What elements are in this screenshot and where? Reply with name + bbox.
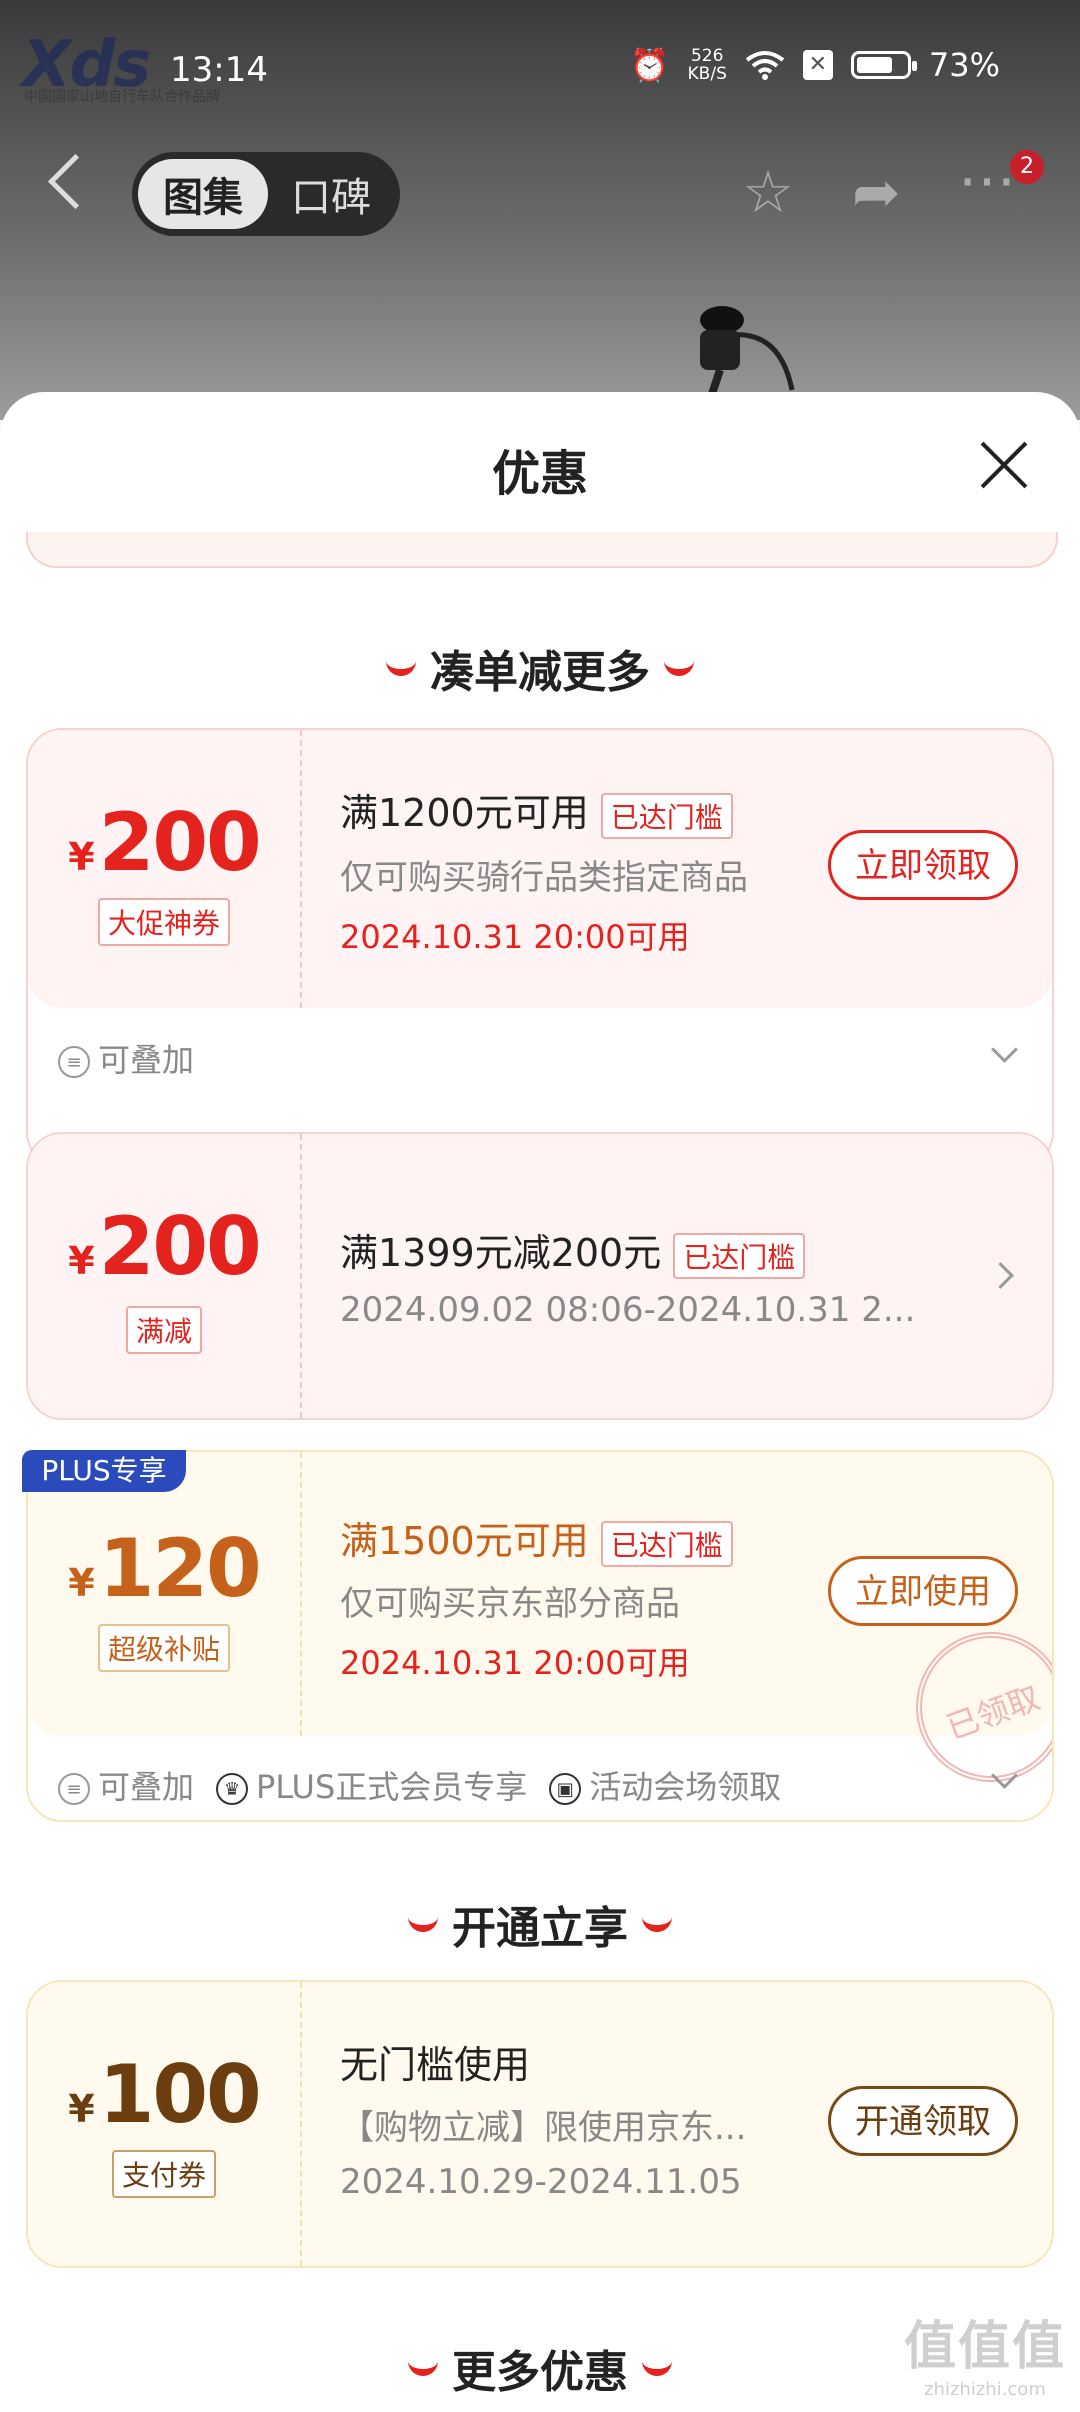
coupon-desc: 仅可购买骑行品类指定商品 [340,858,748,898]
yen-sign: ¥ [68,1239,95,1283]
previous-coupon-stub [26,532,1058,568]
threshold-reached-badge: 已达门槛 [600,1520,733,1567]
coupon-date: 2024.09.02 08:06-2024.10.31 2... [340,1290,916,1330]
watermark-url: zhizhizhi.com [924,2379,1046,2400]
smile-icon [642,1910,672,1932]
coupon-title-text: 满1399元减200元 [340,1231,662,1275]
site-watermark: 值值值 zhizhizhi.com [904,2304,1066,2400]
activate-claim-button[interactable]: 开通领取 [828,2086,1018,2156]
crown-icon: ♛ [216,1773,249,1805]
coupon-divider [300,1452,302,1736]
coupon-date: 2024.10.31 20:00可用 [340,918,690,956]
coupon-title: 满1399元减200元 已达门槛 [340,1222,806,1279]
coupon-type-tag: 大促神券 [28,898,300,946]
coupon-card: ¥120 超级补贴 满1500元可用 已达门槛 仅可购买京东部分商品 2024.1… [26,1450,1054,1822]
alarm-icon: ⏰ [629,46,670,84]
claim-button[interactable]: 立即领取 [828,830,1018,900]
coupon-amount: ¥120 [28,1522,300,1615]
chevron-down-icon[interactable] [991,1036,1018,1063]
amount-value: 100 [98,2048,262,2141]
wifi-icon [745,51,785,80]
amount-value: 120 [98,1522,262,1615]
coupon-title-text: 满1500元可用 [340,1519,589,1563]
favorite-star-icon[interactable]: ☆ [742,162,794,222]
tab-reviews[interactable]: 口碑 [268,165,394,223]
view-segment: 图集 口碑 [132,152,400,236]
more-icon[interactable]: ⋯ [958,150,1016,210]
coupon-date: 2024.10.31 20:00可用 [340,1644,690,1682]
section-title: 更多优惠 [452,2347,628,2398]
close-icon[interactable] [980,440,1028,488]
coupon-footer[interactable]: ≡ 可叠加 ♛ PLUS正式会员专享 ▣ 活动会场领取 [58,1762,781,1808]
status-bar-right: ⏰ 526 KB/S ✕ 73% [630,46,1000,84]
battery-percent: 73% [928,46,1000,84]
smile-icon [408,2354,438,2376]
coupon-type-label: 大促神券 [97,898,230,946]
tab-reviews-label: 口碑 [291,175,371,221]
coupon-divider [300,730,302,1008]
coupon-sheet: 优惠 凑单减更多 ¥200 大促神券 满1200元可用 已达门槛 仅可购买骑行品类… [0,392,1080,2412]
smile-icon [642,2354,672,2376]
threshold-reached-badge: 已达门槛 [673,1232,806,1279]
network-speed: 526 KB/S [688,47,727,83]
coupon-date: 2024.10.29-2024.11.05 [340,2162,742,2202]
yen-sign: ¥ [68,835,95,879]
speed-value: 526 [690,46,724,66]
section-title: 凑单减更多 [430,647,650,698]
coupon-title: 满1500元可用 已达门槛 [340,1510,733,1567]
watermark-title: 值值值 [903,2317,1066,2377]
stackable-label: 可叠加 [98,1768,195,1806]
coupon-desc: 【购物立减】限使用京东... [340,2108,747,2148]
bike-handlebar-image [700,306,795,400]
sim-off-icon: ✕ [802,50,833,80]
coupon-amount: ¥200 [28,1200,300,1293]
share-icon[interactable]: ➦ [852,162,901,222]
coupon-card: ¥200 大促神券 满1200元可用 已达门槛 仅可购买骑行品类指定商品 2024… [26,728,1054,1168]
section-header: 开通立享 [0,1892,1080,1956]
yen-sign: ¥ [68,1561,95,1605]
venue-claim-label: 活动会场领取 [589,1768,782,1806]
status-time: 13:14 [170,50,268,90]
coupon-title: 无门槛使用 [340,2043,531,2087]
threshold-reached-badge: 已达门槛 [600,792,733,839]
smile-icon [408,1910,438,1932]
stackable-icon: ≡ [58,1773,90,1805]
smile-icon [664,654,694,676]
smile-icon [386,654,416,676]
coupon-type-label: 超级补贴 [97,1624,230,1672]
stackable-icon: ≡ [58,1046,90,1078]
sheet-title: 优惠 [491,446,588,502]
message-badge: 2 [1010,150,1044,184]
battery-fill [856,57,892,73]
section-title: 开通立享 [452,1903,628,1954]
tab-gallery[interactable]: 图集 [138,159,268,229]
coupon-card[interactable]: ¥200 满减 满1399元减200元 已达门槛 2024.09.02 08:06… [26,1132,1054,1420]
plus-exclusive-badge: PLUS专享 [22,1450,186,1492]
amount-value: 200 [98,1200,262,1293]
coupon-desc: 仅可购买京东部分商品 [340,1584,680,1624]
coupon-amount: ¥100 [28,2048,300,2141]
speed-unit: KB/S [687,64,727,84]
coupon-divider [300,1982,302,2266]
coupon-type-tag: 超级补贴 [28,1624,300,1672]
coupon-amount: ¥200 [28,796,300,889]
coupon-footer[interactable]: ≡ 可叠加 [58,1035,194,1081]
yen-sign: ¥ [68,2087,95,2131]
coupon-title-text: 满1200元可用 [340,791,589,835]
coupon-divider [300,1134,302,1418]
amount-value: 200 [98,796,262,889]
coupon-type-tag: 支付券 [28,2150,300,2198]
use-now-button[interactable]: 立即使用 [828,1556,1018,1626]
battery-icon [850,51,917,79]
section-header: 凑单减更多 [0,636,1080,700]
coupon-title: 满1200元可用 已达门槛 [340,782,733,839]
coupon-type-tag: 满减 [28,1306,300,1354]
coupon-card: ¥100 支付券 无门槛使用 【购物立减】限使用京东... 2024.10.29… [26,1980,1054,2268]
stackable-label: 可叠加 [98,1041,195,1079]
coupon-type-label: 支付券 [111,2150,216,2198]
coupon-type-label: 满减 [125,1306,202,1354]
plus-member-label: PLUS正式会员专享 [256,1768,528,1806]
ticket-icon: ▣ [549,1773,582,1805]
